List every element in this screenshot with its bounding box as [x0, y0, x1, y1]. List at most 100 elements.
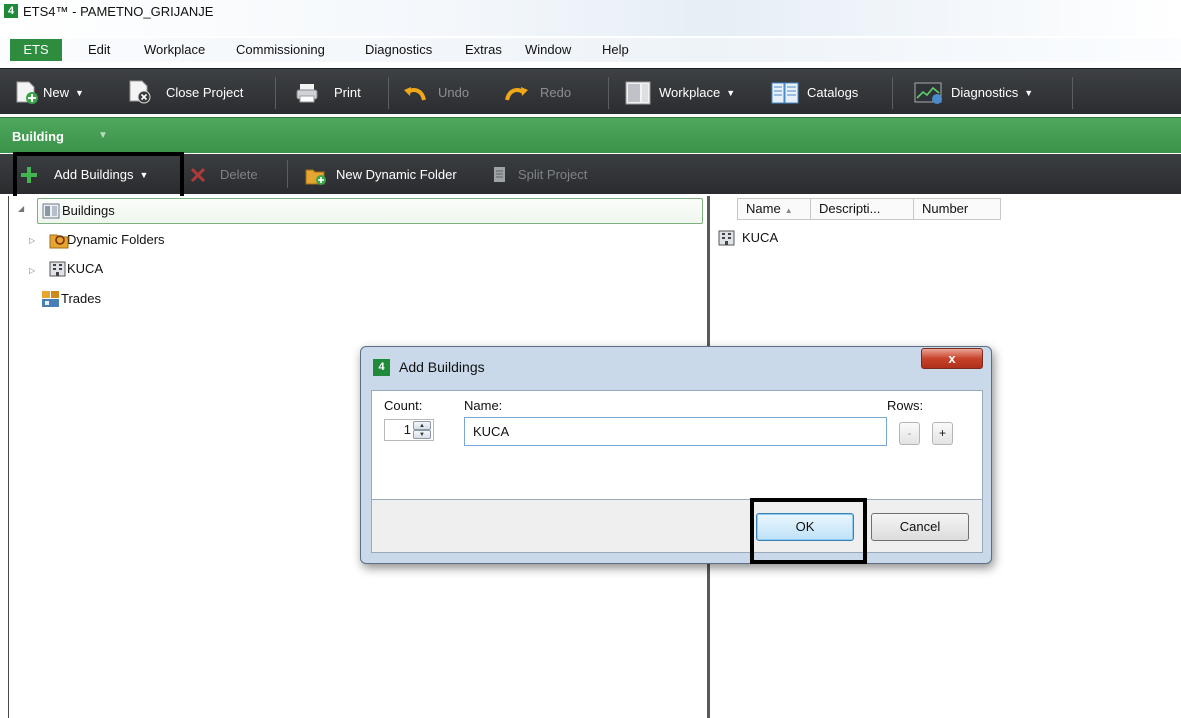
new-button[interactable]: New ▼ — [14, 81, 84, 104]
highlight-ok-button — [750, 498, 867, 564]
tree-selection — [37, 198, 703, 224]
menu-bar: ETS Edit Workplace Commissioning Diagnos… — [0, 38, 1181, 62]
redo-icon — [505, 87, 528, 101]
count-value: 1 — [403, 422, 411, 437]
catalog-book-icon — [771, 82, 799, 104]
close-project-button[interactable]: Close Project — [127, 80, 244, 104]
tree-item-label: Trades — [61, 291, 101, 306]
tree-item-label: Buildings — [62, 203, 115, 218]
toolbar-separator — [608, 77, 609, 109]
tree-item-dynamic-folders[interactable]: Dynamic Folders — [49, 230, 165, 250]
toolbar-separator — [388, 77, 389, 109]
print-button[interactable]: Print — [295, 82, 361, 104]
new-dynamic-folder-label: New Dynamic Folder — [336, 167, 457, 182]
column-header-label: Number — [922, 201, 969, 216]
diagnostics-monitor-icon — [914, 82, 942, 104]
diagnostics-label: Diagnostics — [951, 85, 1019, 100]
chevron-down-icon: ▼ — [75, 88, 84, 98]
tree-expand-arrow-icon[interactable]: ▷ — [29, 236, 35, 245]
dialog-body: Count: 1 ▲ ▼ Name: Rows: - + — [371, 390, 983, 500]
new-dynamic-folder-button[interactable]: New Dynamic Folder — [305, 164, 457, 186]
column-header-number[interactable]: Number — [913, 198, 1001, 220]
list-item-name: KUCA — [742, 230, 779, 245]
tree-item-label: Dynamic Folders — [67, 232, 165, 247]
close-project-icon — [129, 80, 151, 104]
column-header-description[interactable]: Descripti... — [810, 198, 914, 220]
redo-label: Redo — [540, 85, 572, 100]
count-decrement-icon[interactable]: ▼ — [413, 430, 431, 439]
building-icon — [49, 261, 66, 277]
delete-x-icon — [190, 167, 206, 183]
split-project-icon — [494, 167, 505, 182]
column-header-name[interactable]: Name ▲ — [737, 198, 811, 220]
chevron-down-icon: ▼ — [1024, 88, 1034, 98]
count-increment-icon[interactable]: ▲ — [413, 421, 431, 430]
dialog-footer: OK Cancel — [371, 500, 983, 553]
main-toolbar: New ▼ Close Project Print Undo Redo Work… — [0, 68, 1181, 114]
undo-button[interactable]: Undo — [402, 82, 469, 104]
undo-label: Undo — [438, 85, 470, 100]
toolbar-separator — [1072, 77, 1073, 109]
chevron-down-icon[interactable]: ▼ — [98, 130, 108, 141]
close-project-label: Close Project — [166, 85, 244, 100]
catalogs-label: Catalogs — [807, 85, 859, 100]
dynamic-folder-icon — [49, 234, 69, 249]
toolbar-separator — [275, 77, 276, 109]
menu-extras[interactable]: Extras — [465, 42, 502, 57]
split-project-button[interactable]: Split Project — [492, 164, 587, 186]
workplace-button[interactable]: Workplace ▼ — [625, 81, 736, 105]
menu-window[interactable]: Window — [525, 42, 571, 57]
window-title: ETS4™ - PAMETNO_GRIJANJE — [23, 4, 214, 19]
new-label: New — [43, 85, 70, 100]
name-input[interactable] — [464, 417, 887, 446]
workplace-icon — [625, 81, 651, 105]
dialog-title: Add Buildings — [399, 359, 485, 375]
new-document-icon — [16, 81, 38, 104]
name-label: Name: — [464, 398, 503, 413]
split-project-label: Split Project — [518, 167, 588, 182]
column-header-label: Descripti... — [819, 201, 881, 216]
redo-button[interactable]: Redo — [503, 82, 571, 104]
toolbar-separator — [892, 77, 893, 109]
menu-ets[interactable]: ETS — [10, 39, 62, 61]
ets-logo-icon: 4 — [4, 4, 18, 18]
tree-collapse-arrow-icon[interactable]: ◢ — [18, 204, 24, 213]
list-item-kuca[interactable]: KUCA — [718, 228, 778, 248]
rows-plus-button[interactable]: + — [932, 422, 953, 445]
rows-minus-button[interactable]: - — [899, 422, 920, 445]
catalogs-button[interactable]: Catalogs — [770, 82, 858, 104]
tree-expand-arrow-icon[interactable]: ▷ — [29, 266, 35, 275]
tree-item-label: KUCA — [67, 261, 104, 276]
undo-icon — [404, 87, 426, 101]
count-stepper[interactable]: 1 ▲ ▼ — [384, 419, 434, 441]
add-buildings-dialog: 4 Add Buildings x Count: 1 ▲ ▼ Name: Row… — [360, 346, 992, 564]
building-icon — [718, 230, 735, 246]
chevron-down-icon: ▼ — [726, 88, 736, 98]
tree-item-trades[interactable]: Trades — [41, 289, 101, 309]
tree-item-kuca[interactable]: KUCA — [49, 259, 103, 279]
menu-commissioning[interactable]: Commissioning — [236, 42, 325, 57]
diagnostics-button[interactable]: Diagnostics ▼ — [914, 82, 1033, 104]
column-header-label: Name — [746, 201, 781, 216]
toolbar-separator — [287, 160, 288, 188]
sort-ascending-icon: ▲ — [784, 206, 793, 215]
dynamic-folder-icon — [305, 169, 326, 185]
count-label: Count: — [384, 398, 423, 413]
menu-help[interactable]: Help — [602, 42, 629, 57]
ets-logo-icon: 4 — [373, 359, 390, 376]
cancel-button[interactable]: Cancel — [871, 513, 969, 541]
section-title: Building — [12, 129, 64, 144]
menu-diagnostics[interactable]: Diagnostics — [365, 42, 432, 57]
building-section-header[interactable]: Building ▼ — [0, 117, 1181, 153]
menu-edit[interactable]: Edit — [88, 42, 110, 57]
buildings-icon — [42, 203, 60, 219]
delete-button[interactable]: Delete — [190, 164, 258, 186]
printer-icon — [296, 84, 318, 103]
tree-item-buildings[interactable]: Buildings — [42, 201, 115, 221]
menu-workplace[interactable]: Workplace — [144, 42, 205, 57]
trades-icon — [42, 291, 59, 307]
print-label: Print — [334, 85, 361, 100]
dialog-close-button[interactable]: x — [921, 348, 983, 369]
workplace-label: Workplace — [659, 85, 721, 100]
window-title-bar: 4 ETS4™ - PAMETNO_GRIJANJE — [0, 0, 1181, 36]
